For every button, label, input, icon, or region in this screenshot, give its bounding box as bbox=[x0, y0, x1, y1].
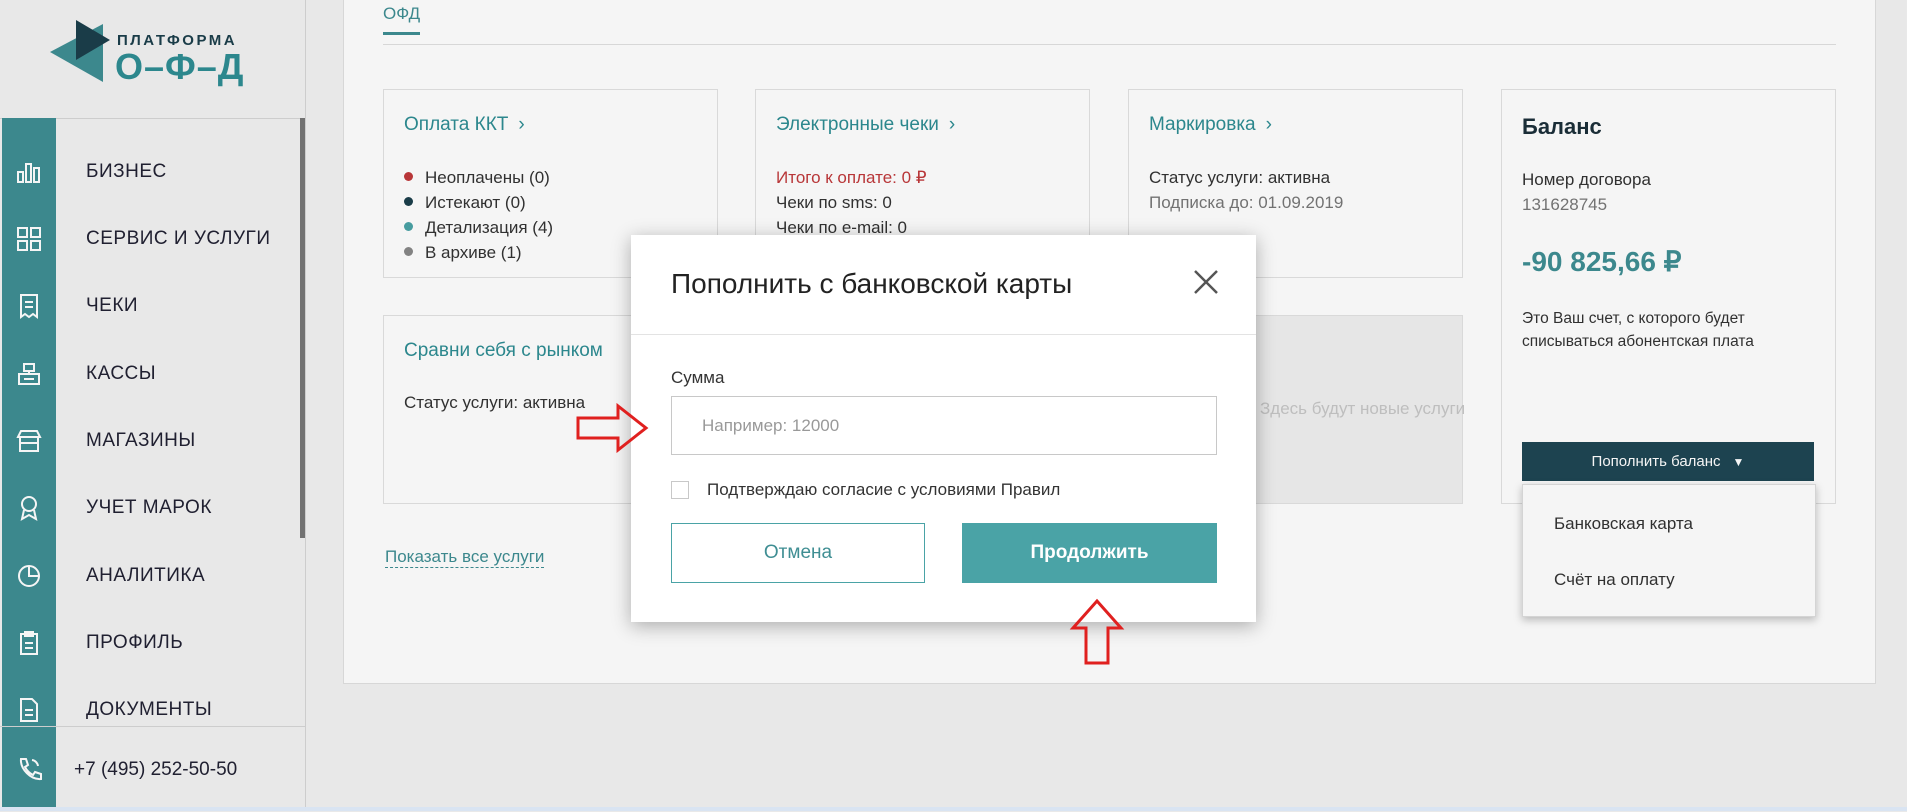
close-icon[interactable] bbox=[1189, 265, 1223, 299]
amount-label: Сумма bbox=[671, 368, 725, 387]
consent-checkbox[interactable] bbox=[671, 481, 689, 499]
topup-card-modal: Пополнить с банковской карты Сумма Подтв… bbox=[631, 235, 1256, 622]
consent-row[interactable]: Подтверждаю согласие с условиями Правил bbox=[671, 480, 1060, 500]
amount-input[interactable] bbox=[671, 396, 1217, 455]
modal-header: Пополнить с банковской карты bbox=[631, 235, 1256, 335]
continue-button[interactable]: Продолжить bbox=[962, 523, 1217, 583]
arrow-up-annotation-icon bbox=[1069, 598, 1125, 665]
modal-title: Пополнить с банковской карты bbox=[671, 268, 1073, 299]
bottom-strip bbox=[0, 807, 1907, 811]
consent-label: Подтверждаю согласие с условиями Правил bbox=[707, 480, 1061, 499]
cancel-button[interactable]: Отмена bbox=[671, 523, 925, 583]
arrow-right-annotation-icon bbox=[576, 403, 649, 453]
